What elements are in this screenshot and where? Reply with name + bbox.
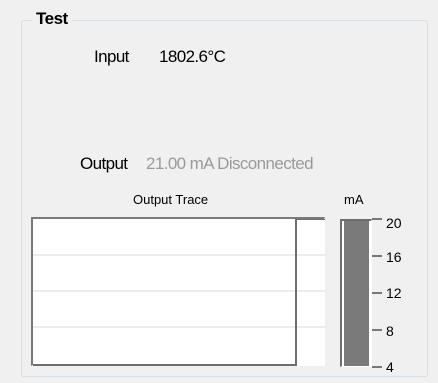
- output-trace-title: Output Trace: [133, 192, 209, 207]
- output-value: 21.00 mA Disconnected: [146, 154, 314, 173]
- meter-tick-label-4: 4: [386, 359, 394, 375]
- output-trace-plot: [31, 217, 325, 366]
- group-title: Test: [32, 9, 72, 29]
- output-label: Output: [80, 154, 128, 173]
- output-meter-fill: [344, 221, 369, 366]
- meter-tick-label-12: 12: [386, 285, 402, 301]
- input-value: 1802.6°C: [159, 47, 226, 66]
- meter-tick-label-16: 16: [386, 249, 402, 265]
- input-label: Input: [94, 47, 129, 66]
- meter-tick-label-8: 8: [386, 323, 394, 339]
- meter-tick-label-20: 20: [386, 215, 402, 231]
- output-trace-canvas: [33, 219, 325, 366]
- output-meter-bar: [340, 219, 372, 367]
- meter-scale: [372, 218, 382, 368]
- output-trace-line: [33, 219, 325, 366]
- meter-unit-label: mA: [344, 192, 364, 207]
